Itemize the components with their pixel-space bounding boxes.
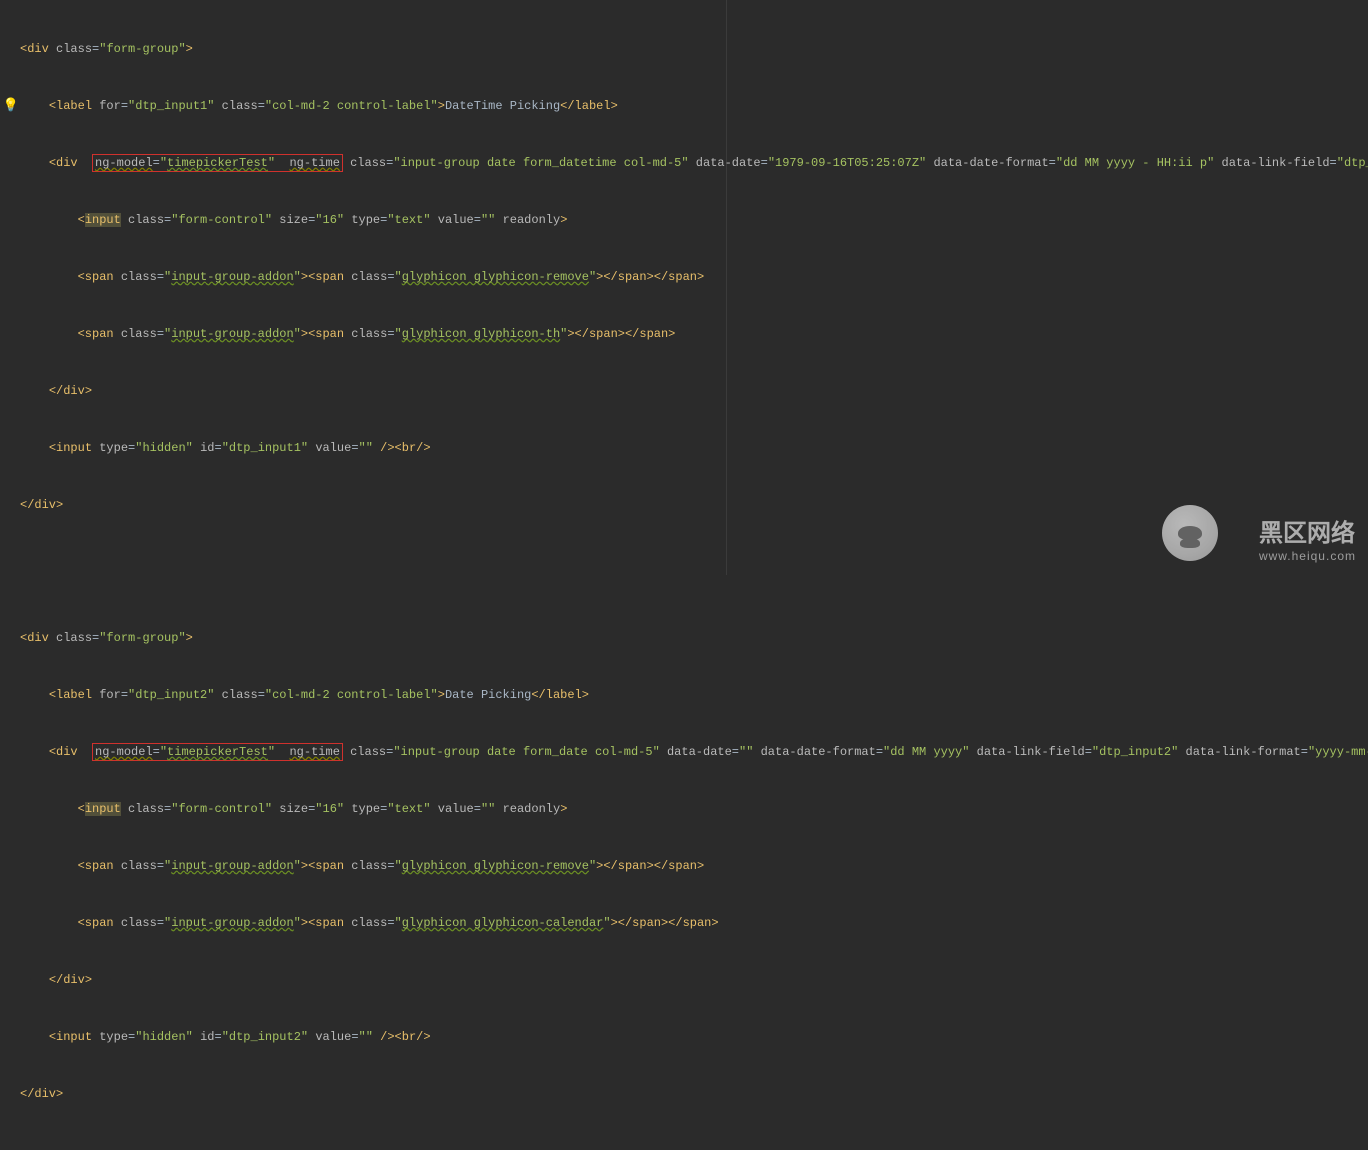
- code-editor[interactable]: <div class="<div class="form-group">form…: [0, 0, 1368, 1150]
- code-line[interactable]: <input class="form-control" size="16" ty…: [2, 800, 1368, 819]
- code-line[interactable]: <input type="hidden" id="dtp_input2" val…: [2, 1028, 1368, 1047]
- code-line[interactable]: <span class="input-group-addon"><span cl…: [2, 914, 1368, 933]
- code-line[interactable]: <div class="<div class="form-group">form…: [2, 40, 1368, 59]
- code-line[interactable]: 💡 <label for="dtp_input1" class="col-md-…: [2, 97, 1368, 116]
- code-line[interactable]: <span class="input-group-addon"><span cl…: [2, 325, 1368, 344]
- lightbulb-icon[interactable]: 💡: [4, 98, 18, 112]
- code-line[interactable]: </div>: [2, 1085, 1368, 1104]
- code-line[interactable]: <div ng-model="timepickerTest" ng-time c…: [2, 743, 1368, 762]
- code-line[interactable]: <input class="form-control" size="16" ty…: [2, 211, 1368, 230]
- code-line[interactable]: <div class="form-group">: [2, 629, 1368, 648]
- code-line[interactable]: <div ng-model="timepickerTest" ng-time c…: [2, 154, 1368, 173]
- editor-column-ruler: [726, 0, 727, 575]
- code-line[interactable]: </div>: [2, 382, 1368, 401]
- watermark-logo-icon: [1162, 505, 1218, 561]
- code-line[interactable]: [2, 553, 1368, 572]
- watermark-text: 黑区网络 www.heiqu.com: [1259, 520, 1356, 563]
- highlighted-attribute: ng-model="timepickerTest" ng-time: [92, 154, 343, 172]
- code-line[interactable]: </div>: [2, 496, 1368, 515]
- code-line[interactable]: <span class="input-group-addon"><span cl…: [2, 857, 1368, 876]
- code-line[interactable]: </div>: [2, 971, 1368, 990]
- code-line[interactable]: [2, 1142, 1368, 1150]
- highlighted-attribute: ng-model="timepickerTest" ng-time: [92, 743, 343, 761]
- code-line[interactable]: <label for="dtp_input2" class="col-md-2 …: [2, 686, 1368, 705]
- code-line[interactable]: <input type="hidden" id="dtp_input1" val…: [2, 439, 1368, 458]
- code-line[interactable]: <span class="input-group-addon"><span cl…: [2, 268, 1368, 287]
